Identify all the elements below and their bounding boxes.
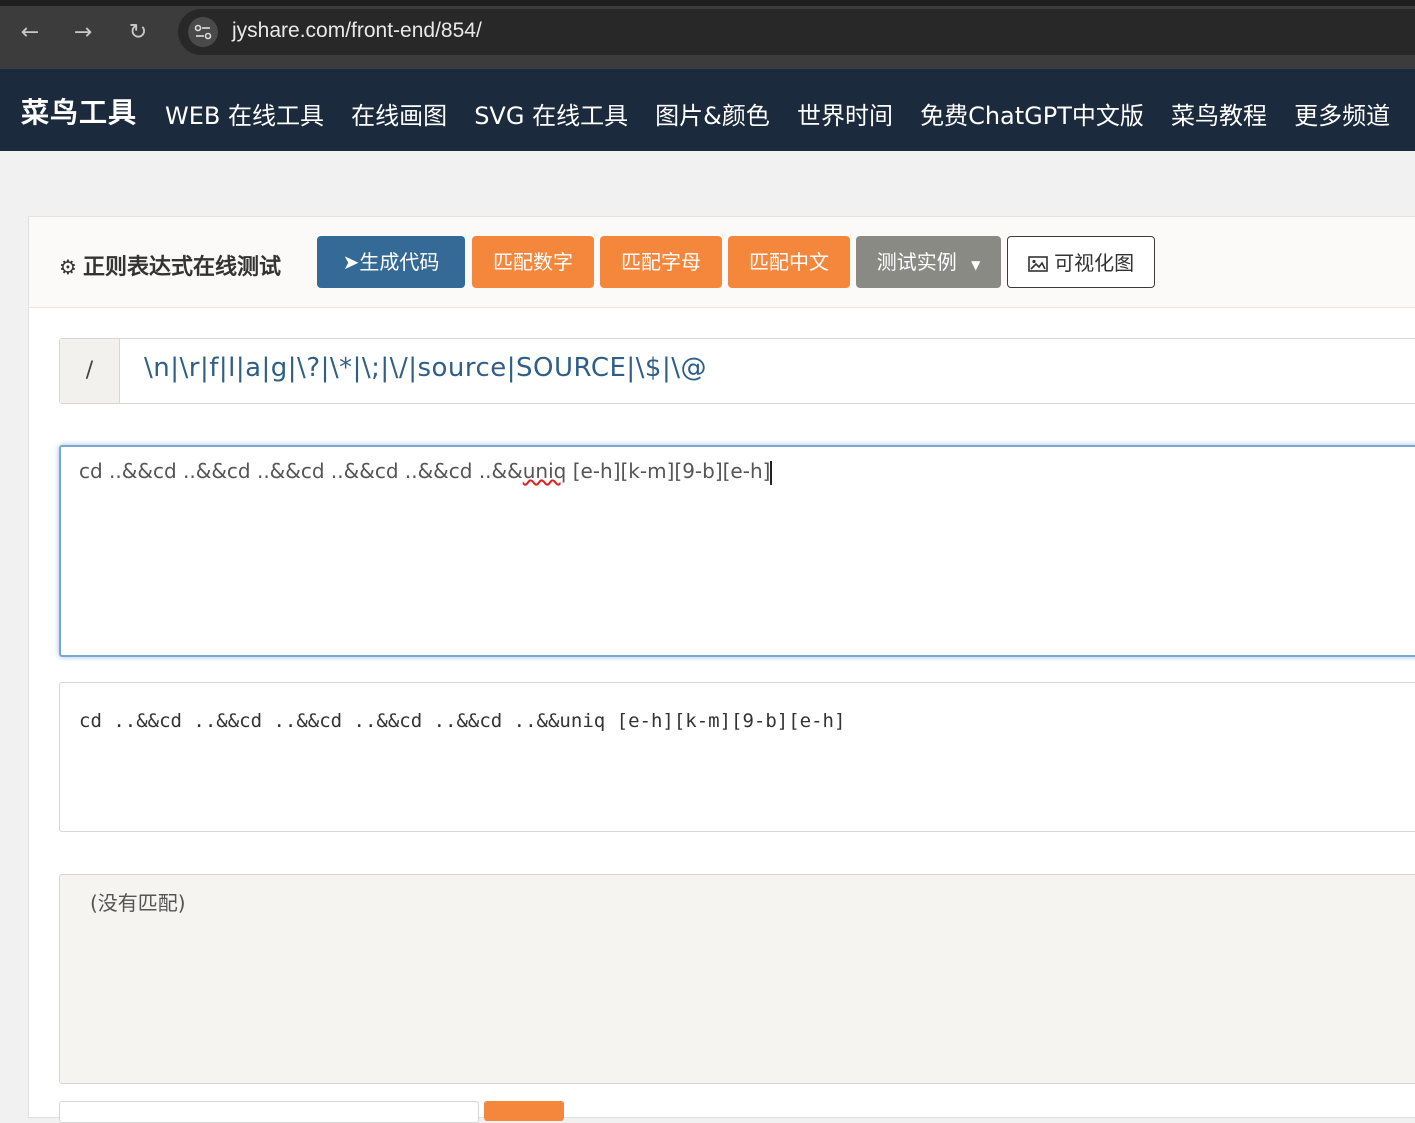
nav-item-world-time[interactable]: 世界时间 — [797, 96, 893, 131]
back-arrow-icon[interactable]: ← — [16, 19, 44, 47]
match-chinese-button[interactable]: 匹配中文 — [728, 236, 850, 288]
match-result-box: (没有匹配) — [59, 874, 1415, 1084]
nav-menu: WEB 在线工具 在线画图 SVG 在线工具 图片&颜色 世界时间 免费Chat… — [165, 96, 1412, 131]
page-title: ⚙ 正则表达式在线测试 — [59, 255, 281, 280]
card-header: ⚙ 正则表达式在线测试 ➤生成代码 匹配数字 匹配字母 匹配中文 测试实例 ▼ 可… — [29, 217, 1415, 308]
gears-icon: ⚙ — [59, 255, 77, 279]
caret-down-icon: ▼ — [971, 258, 981, 272]
misspelled-word: uniq — [522, 459, 567, 483]
visualize-button[interactable]: 可视化图 — [1007, 236, 1155, 288]
match-digits-button[interactable]: 匹配数字 — [472, 236, 594, 288]
reload-icon[interactable]: ↻ — [124, 19, 152, 47]
url-text[interactable]: jyshare.com/front-end/854/ — [232, 19, 482, 43]
nav-item-more[interactable]: 更多频道 — [1294, 96, 1390, 131]
paper-plane-icon: ➤ — [342, 250, 360, 274]
nav-item-chatgpt[interactable]: 免费ChatGPT中文版 — [920, 96, 1144, 131]
test-examples-dropdown[interactable]: 测试实例 ▼ — [856, 236, 1001, 288]
replace-input[interactable] — [59, 1101, 479, 1123]
no-match-text: (没有匹配) — [90, 891, 186, 915]
nav-item-tutorial[interactable]: 菜鸟教程 — [1171, 96, 1267, 131]
forward-arrow-icon[interactable]: → — [69, 19, 97, 47]
regex-input[interactable]: \n|\r|f|l|a|g|\?|\*|\;|\/|source|SOURCE|… — [144, 353, 707, 383]
regex-input-group: / \n|\r|f|l|a|g|\?|\*|\;|\/|source|SOURC… — [59, 338, 1415, 404]
match-letters-button[interactable]: 匹配字母 — [600, 236, 722, 288]
text-caret — [770, 460, 772, 485]
generate-code-button[interactable]: ➤生成代码 — [317, 236, 465, 288]
nav-item-svg-tools[interactable]: SVG 在线工具 — [474, 96, 628, 131]
site-settings-icon[interactable] — [188, 17, 218, 47]
site-navbar: 菜鸟工具 WEB 在线工具 在线画图 SVG 在线工具 图片&颜色 世界时间 免… — [0, 69, 1415, 151]
regex-tool-card: ⚙ 正则表达式在线测试 ➤生成代码 匹配数字 匹配字母 匹配中文 测试实例 ▼ 可… — [28, 216, 1415, 1123]
highlight-result-box: cd ..&&cd ..&&cd ..&&cd ..&&cd ..&&cd ..… — [59, 682, 1415, 832]
result-text: cd ..&&cd ..&&cd ..&&cd ..&&cd ..&&cd ..… — [79, 710, 846, 732]
test-text-area[interactable]: cd ..&&cd ..&&cd ..&&cd ..&&cd ..&&cd ..… — [59, 445, 1415, 657]
address-bar[interactable]: jyshare.com/front-end/854/ — [178, 9, 1415, 55]
replace-button[interactable] — [484, 1101, 564, 1121]
image-icon — [1028, 251, 1054, 275]
regex-delimiter: / — [60, 339, 120, 403]
test-text[interactable]: cd ..&&cd ..&&cd ..&&cd ..&&cd ..&&cd ..… — [79, 459, 772, 485]
site-logo[interactable]: 菜鸟工具 — [21, 91, 137, 131]
nav-item-drawing[interactable]: 在线画图 — [351, 96, 447, 131]
browser-toolbar: ← → ↻ jyshare.com/front-end/854/ — [0, 0, 1415, 69]
nav-item-image-color[interactable]: 图片&颜色 — [655, 96, 770, 131]
nav-item-web-tools[interactable]: WEB 在线工具 — [165, 96, 324, 131]
